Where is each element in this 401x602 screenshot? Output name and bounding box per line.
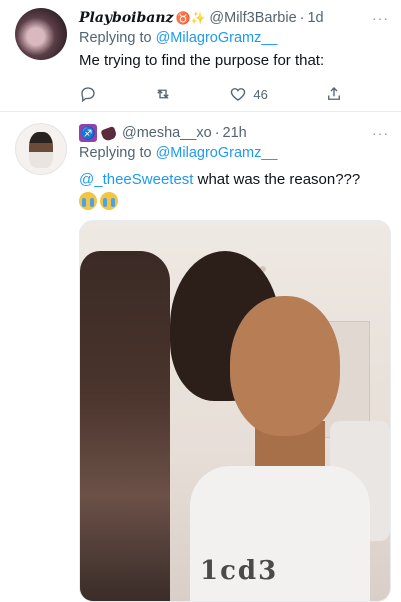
retweet-icon xyxy=(157,89,169,99)
display-name[interactable]: Playboibanz xyxy=(79,8,174,28)
handle[interactable]: @mesha__xo xyxy=(122,123,212,143)
subject-face xyxy=(230,296,340,437)
share-icon xyxy=(328,87,340,100)
like-count: 46 xyxy=(253,86,268,102)
avatar[interactable] xyxy=(15,8,67,60)
replying-to-label: Replying to xyxy=(79,30,156,46)
sagittarius-icon: ♐ xyxy=(79,124,97,142)
crying-face-icon xyxy=(100,192,118,210)
shirt-print: 1cd3 xyxy=(200,556,279,587)
replying-to-label: Replying to xyxy=(79,145,156,161)
avatar[interactable] xyxy=(15,123,67,175)
separator: · xyxy=(299,10,305,26)
mention-link[interactable]: @_theeSweetest xyxy=(79,171,193,188)
more-icon[interactable]: ··· xyxy=(372,8,389,28)
tweet-header: ♐ @mesha__xo · 21h ··· xyxy=(79,123,389,143)
retweet-button[interactable] xyxy=(154,85,172,103)
crying-face-icon xyxy=(79,192,97,210)
replying-to: Replying to @MilagroGramz__ xyxy=(79,143,389,163)
separator: · xyxy=(214,125,220,141)
tweet-header: Playboibanz ♉✨ @Milf3Barbie · 1d ··· xyxy=(79,8,389,28)
tweet-content: ♐ @mesha__xo · 21h ··· Replying to @Mila… xyxy=(79,123,391,602)
timestamp[interactable]: 21h xyxy=(223,123,247,143)
replying-to: Replying to @MilagroGramz__ xyxy=(79,28,389,48)
reply-icon xyxy=(81,87,95,103)
replying-to-link[interactable]: @MilagroGramz__ xyxy=(156,145,278,161)
replying-to-link[interactable]: @MilagroGramz__ xyxy=(156,30,278,46)
tweet-actions: 46 xyxy=(79,85,343,103)
reply-button[interactable] xyxy=(79,85,97,103)
timestamp[interactable]: 1d xyxy=(307,8,323,28)
more-icon[interactable]: ··· xyxy=(372,123,389,143)
tweet[interactable]: ♐ @mesha__xo · 21h ··· Replying to @Mila… xyxy=(0,112,401,602)
nail-polish-icon xyxy=(100,124,118,142)
tweet[interactable]: Playboibanz ♉✨ @Milf3Barbie · 1d ··· Rep… xyxy=(0,0,401,112)
name-emojis: ♉✨ xyxy=(175,11,206,25)
emoji-row xyxy=(79,192,389,210)
share-button[interactable] xyxy=(325,85,343,103)
image-subject xyxy=(150,241,380,602)
handle[interactable]: @Milf3Barbie xyxy=(209,8,296,28)
tweet-content: Playboibanz ♉✨ @Milf3Barbie · 1d ··· Rep… xyxy=(79,8,389,111)
avatar-figure xyxy=(29,132,53,168)
like-button[interactable]: 46 xyxy=(229,85,268,103)
heart-icon xyxy=(231,88,246,101)
tweet-text-body: what was the reason??? xyxy=(193,171,361,188)
tweet-text: Me trying to find the purpose for that: xyxy=(79,52,325,69)
tweet-image[interactable]: 1cd3 xyxy=(79,220,391,602)
tweet-text: @_theeSweetest what was the reason??? xyxy=(79,169,389,190)
